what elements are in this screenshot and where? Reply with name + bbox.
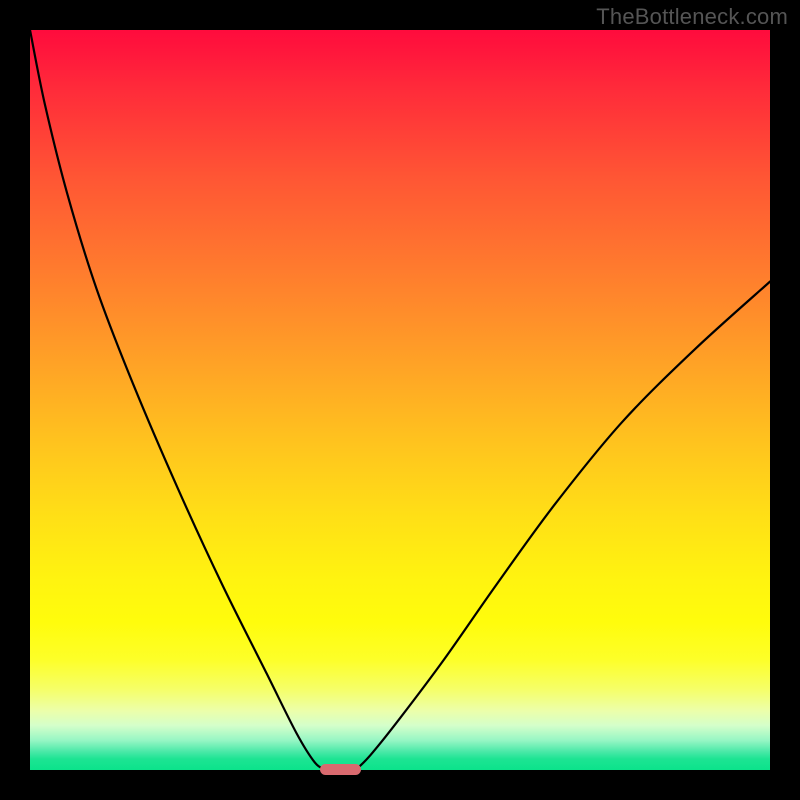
curve-right-branch	[356, 282, 770, 770]
optimal-range-marker	[320, 764, 361, 775]
watermark-text: TheBottleneck.com	[596, 4, 788, 30]
curve-left-branch	[30, 30, 326, 770]
chart-plot-area	[30, 30, 770, 770]
bottleneck-curve	[30, 30, 770, 770]
